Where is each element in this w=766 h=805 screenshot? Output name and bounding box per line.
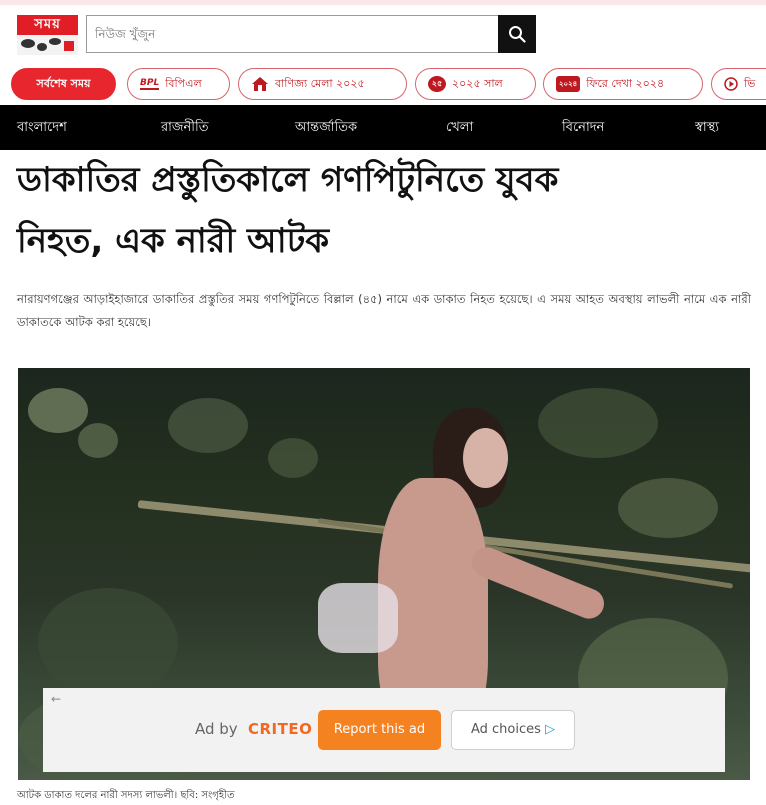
search-input[interactable]	[87, 16, 499, 52]
nav-item-international[interactable]: আন্তর্জাতিক	[295, 105, 357, 150]
search-icon	[509, 26, 526, 43]
ad-choices-button[interactable]: Ad choices ▷	[451, 710, 575, 750]
pill-year-2025[interactable]: ২৫ ২০২৫ সাল	[415, 68, 536, 100]
headline-line-2: নিহত, এক নারী আটক	[17, 221, 330, 261]
logo-text: সময়	[17, 15, 78, 35]
ad-banner: ← Ad by CRITEO Report this ad Ad choices…	[43, 688, 725, 772]
pill-trade-fair[interactable]: বাণিজ্য মেলা ২০২৫	[238, 68, 407, 100]
article-summary: নারায়ণগঞ্জের আড়াইহাজারে ডাকাতির প্রস্ত…	[17, 292, 751, 329]
bpl-logo-icon: BPL	[140, 78, 160, 90]
photo-caption: আটক ডাকাত দলের নারী সদস্য লাভলী। ছবি: সং…	[17, 790, 235, 801]
search-field[interactable]	[86, 15, 499, 53]
fair-house-icon	[252, 77, 268, 91]
article-headline: ডাকাতির প্রস্তুতিকালে গণপিটুনিতে যুবক নি…	[17, 150, 757, 272]
pill-label: বিপিএল	[165, 76, 202, 90]
main-nav: বাংলাদেশ রাজনীতি আন্তর্জাতিক খেলা বিনোদন…	[0, 105, 766, 150]
topic-pills-row: সর্বশেষ সময় BPL বিপিএল বাণিজ্য মেলা ২০২…	[0, 66, 766, 102]
rewind-badge-icon: ২০২৪	[556, 76, 581, 92]
pill-bpl[interactable]: BPL বিপিএল	[127, 68, 230, 100]
pill-label: বাণিজ্য মেলা ২০২৫	[275, 76, 365, 90]
nav-item-sports[interactable]: খেলা	[446, 105, 473, 150]
criteo-logo: CRITEO	[248, 720, 313, 738]
ad-by-label: Ad by	[195, 720, 238, 738]
pill-latest[interactable]: সর্বশেষ সময়	[11, 68, 116, 100]
video-play-icon	[724, 77, 738, 91]
year-badge-icon: ২৫	[428, 76, 446, 92]
nav-item-politics[interactable]: রাজনীতি	[161, 105, 209, 150]
report-ad-button[interactable]: Report this ad	[318, 710, 441, 750]
nav-item-bangladesh[interactable]: বাংলাদেশ	[17, 105, 67, 150]
search-button[interactable]	[498, 15, 536, 53]
pill-label: সর্বশেষ সময়	[36, 76, 91, 90]
nav-item-health[interactable]: স্বাস্থ্য	[695, 105, 719, 150]
pill-video[interactable]: ভি	[711, 68, 766, 100]
pill-label: ২০২৫ সাল	[452, 76, 503, 90]
pill-label: ফিরে দেখা ২০২৪	[586, 76, 665, 90]
headline-line-1: ডাকাতির প্রস্তুতিকালে গণপিটুনিতে যুবক	[17, 160, 559, 200]
pill-label: ভি	[744, 76, 756, 90]
site-header: সময়	[0, 5, 766, 63]
ad-choices-label: Ad choices	[470, 722, 541, 737]
nav-item-entertainment[interactable]: বিনোদন	[562, 105, 604, 150]
back-arrow-icon[interactable]: ←	[51, 692, 61, 706]
site-logo[interactable]: সময়	[17, 15, 78, 55]
logo-map-icon	[17, 35, 78, 55]
ad-choices-icon: ▷	[545, 722, 556, 737]
pill-rewind-2024[interactable]: ২০২৪ ফিরে দেখা ২০২৪	[543, 68, 703, 100]
